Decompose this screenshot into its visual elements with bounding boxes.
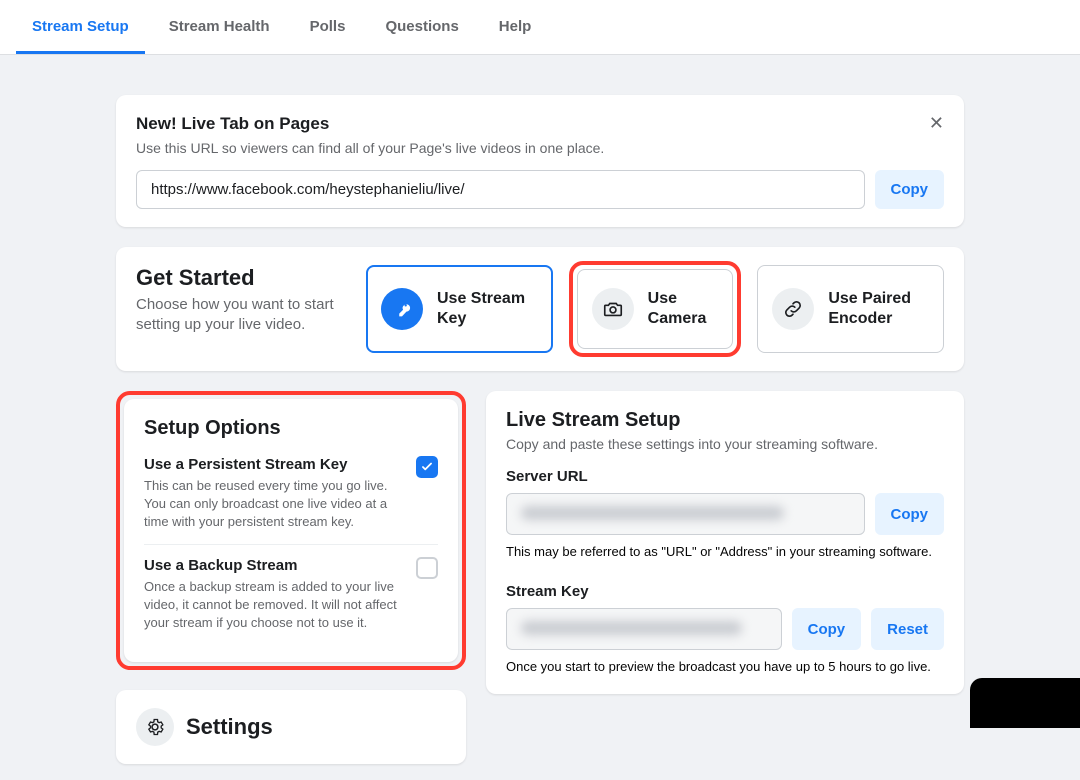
get-started-card: Get Started Choose how you want to start… bbox=[116, 247, 964, 371]
checkbox-persistent-stream-key[interactable] bbox=[416, 456, 438, 478]
gear-icon bbox=[136, 708, 174, 746]
option-label: Use Paired Encoder bbox=[828, 289, 929, 329]
live-tab-url-input[interactable] bbox=[136, 170, 865, 209]
tab-polls[interactable]: Polls bbox=[294, 0, 362, 54]
checkbox-backup-stream[interactable] bbox=[416, 557, 438, 579]
link-icon bbox=[772, 288, 814, 330]
option-title: Use a Backup Stream bbox=[144, 557, 406, 574]
option-title: Use a Persistent Stream Key bbox=[144, 456, 406, 473]
live-stream-setup-title: Live Stream Setup bbox=[506, 409, 944, 432]
camera-icon bbox=[592, 288, 634, 330]
option-use-camera[interactable]: Use Camera bbox=[577, 269, 734, 349]
option-desc: This can be reused every time you go liv… bbox=[144, 477, 406, 532]
get-started-title: Get Started bbox=[136, 265, 346, 291]
option-label: Use Camera bbox=[648, 289, 719, 329]
option-persistent-stream-key: Use a Persistent Stream Key This can be … bbox=[144, 444, 438, 545]
tab-bar: Stream Setup Stream Health Polls Questio… bbox=[0, 0, 1080, 55]
stream-key-label: Stream Key bbox=[506, 583, 944, 600]
copy-server-url-button[interactable]: Copy bbox=[875, 493, 945, 535]
tab-stream-setup[interactable]: Stream Setup bbox=[16, 0, 145, 54]
server-url-note: This may be referred to as "URL" or "Add… bbox=[506, 543, 944, 561]
setup-options-card: Setup Options Use a Persistent Stream Ke… bbox=[124, 399, 458, 662]
reset-stream-key-button[interactable]: Reset bbox=[871, 608, 944, 650]
highlight-setup-options: Setup Options Use a Persistent Stream Ke… bbox=[116, 391, 466, 670]
option-desc: Once a backup stream is added to your li… bbox=[144, 578, 406, 633]
settings-card: Settings bbox=[116, 690, 466, 764]
live-stream-setup-card: Live Stream Setup Copy and paste these s… bbox=[486, 391, 964, 694]
option-backup-stream: Use a Backup Stream Once a backup stream… bbox=[144, 545, 438, 645]
stream-key-note: Once you start to preview the broadcast … bbox=[506, 658, 944, 676]
option-use-stream-key[interactable]: Use Stream Key bbox=[366, 265, 553, 353]
tab-help[interactable]: Help bbox=[483, 0, 548, 54]
stream-key-input[interactable] bbox=[506, 608, 782, 650]
tab-questions[interactable]: Questions bbox=[369, 0, 474, 54]
tab-stream-health[interactable]: Stream Health bbox=[153, 0, 286, 54]
bottom-right-widget[interactable] bbox=[970, 678, 1080, 728]
highlight-use-camera: Use Camera bbox=[569, 261, 742, 357]
live-tab-banner: New! Live Tab on Pages ✕ Use this URL so… bbox=[116, 95, 964, 227]
key-icon bbox=[381, 288, 423, 330]
live-stream-setup-subtitle: Copy and paste these settings into your … bbox=[506, 436, 944, 452]
copy-stream-key-button[interactable]: Copy bbox=[792, 608, 862, 650]
server-url-label: Server URL bbox=[506, 468, 944, 485]
copy-url-button[interactable]: Copy bbox=[875, 170, 945, 209]
option-use-paired-encoder[interactable]: Use Paired Encoder bbox=[757, 265, 944, 353]
setup-options-title: Setup Options bbox=[144, 417, 438, 440]
server-url-input[interactable] bbox=[506, 493, 865, 535]
close-icon[interactable]: ✕ bbox=[929, 113, 944, 134]
option-label: Use Stream Key bbox=[437, 289, 538, 329]
banner-title: New! Live Tab on Pages bbox=[136, 114, 329, 134]
banner-subtitle: Use this URL so viewers can find all of … bbox=[136, 140, 944, 156]
get-started-subtitle: Choose how you want to start setting up … bbox=[136, 295, 346, 336]
settings-title: Settings bbox=[186, 714, 273, 740]
